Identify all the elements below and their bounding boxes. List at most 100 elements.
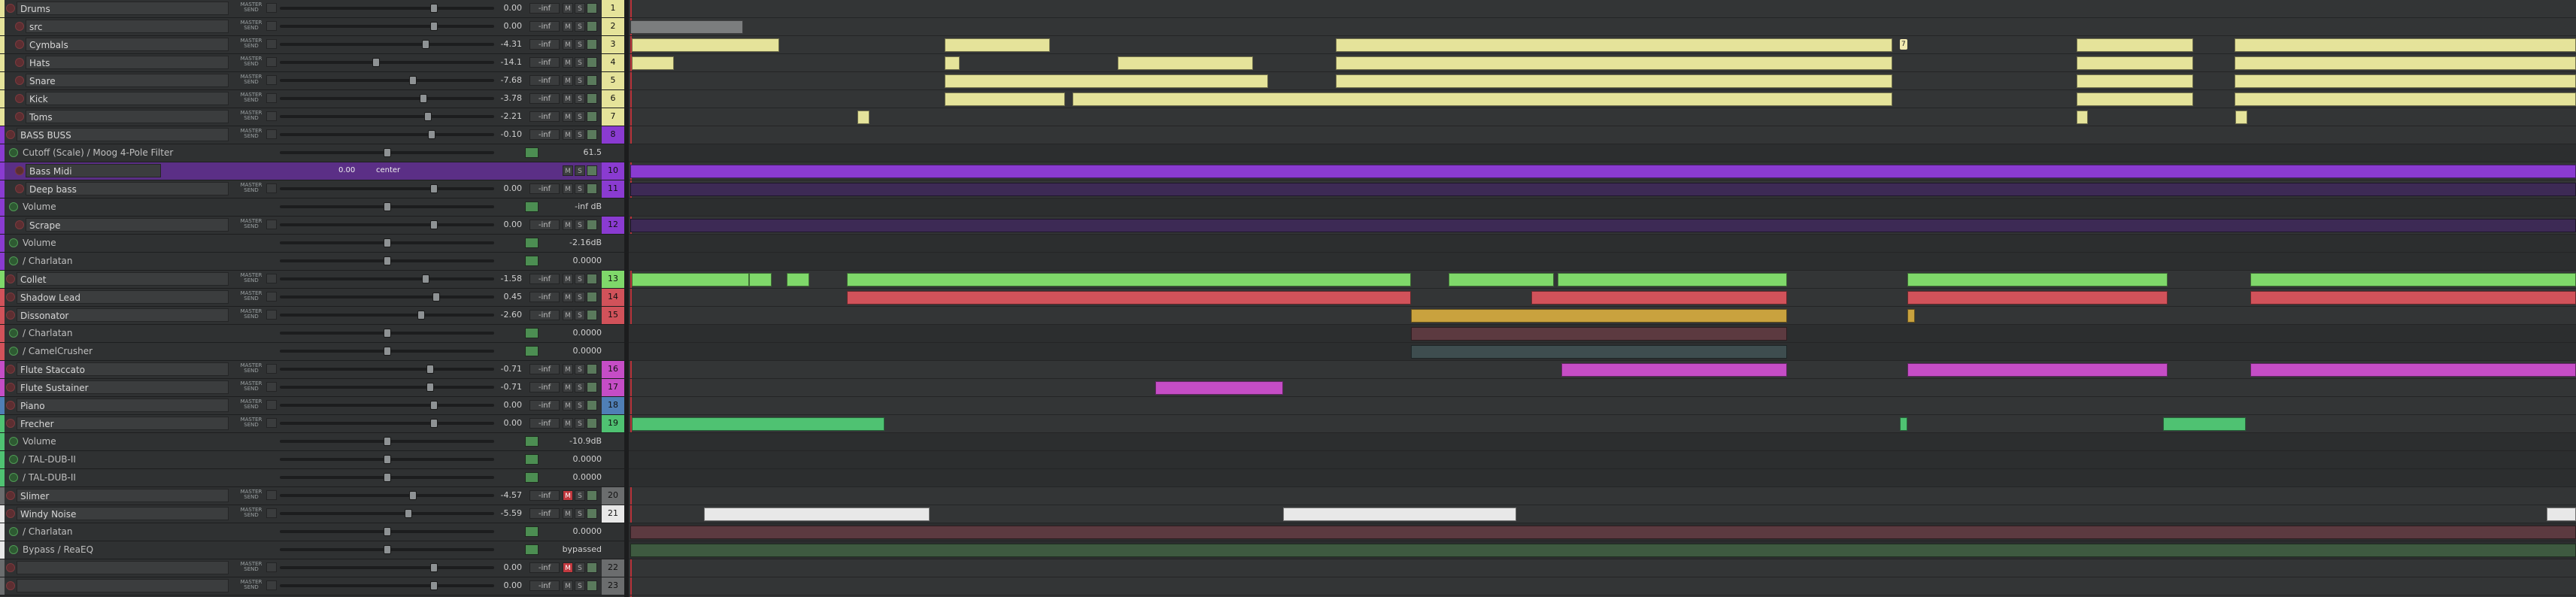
track-row[interactable]: Toms MASTER SEND -2.21 -inf M S 7 <box>0 108 624 126</box>
volume-fader[interactable] <box>280 563 494 572</box>
envelope-fader[interactable] <box>280 347 494 356</box>
track-row[interactable]: Hats MASTER SEND -14.1 -inf M S 4 <box>0 54 624 72</box>
track-lane[interactable] <box>629 0 2576 18</box>
envelope-fader-knob[interactable] <box>383 238 391 247</box>
track-lane[interactable] <box>629 379 2576 397</box>
routing-button[interactable] <box>266 129 277 139</box>
mute-button[interactable]: M <box>563 183 573 194</box>
media-item[interactable] <box>2547 508 2576 521</box>
track-row[interactable]: Cutoff (Scale) / Moog 4-Pole Filter 61.5 <box>0 144 624 162</box>
envelope-fader-knob[interactable] <box>383 202 391 211</box>
volume-fader-knob[interactable] <box>430 419 438 428</box>
track-row[interactable]: Kick MASTER SEND -3.78 -inf M S 6 <box>0 90 624 108</box>
record-arm-icon[interactable] <box>6 491 15 500</box>
track-lane[interactable] <box>629 559 2576 577</box>
track-row[interactable]: Dissonator MASTER SEND -2.60 -inf M S 15 <box>0 307 624 325</box>
media-item[interactable] <box>1411 309 1787 323</box>
track-name[interactable]: src <box>26 20 229 33</box>
media-item[interactable] <box>945 74 1268 88</box>
pan-field[interactable]: -inf <box>529 400 560 411</box>
volume-fader[interactable] <box>280 58 494 67</box>
media-item[interactable] <box>1411 345 1787 359</box>
media-item[interactable] <box>945 92 1065 106</box>
envelope-fader-knob[interactable] <box>383 455 391 464</box>
fx-button[interactable] <box>587 129 597 140</box>
record-arm-icon[interactable] <box>6 581 15 590</box>
arrange-view[interactable]: 12345678910 <box>629 0 2576 597</box>
media-item[interactable] <box>632 417 884 431</box>
media-item[interactable] <box>632 38 779 52</box>
media-item[interactable] <box>1411 327 1787 341</box>
record-arm-icon[interactable] <box>6 419 15 428</box>
routing-button[interactable] <box>266 75 277 85</box>
routing-button[interactable] <box>266 418 277 428</box>
fx-button[interactable] <box>587 3 597 14</box>
record-arm-icon[interactable] <box>15 184 24 193</box>
envelope-fader-knob[interactable] <box>383 329 391 338</box>
volume-fader-knob[interactable] <box>417 311 426 320</box>
fx-button[interactable] <box>587 111 597 122</box>
pan-field[interactable]: -inf <box>529 183 560 194</box>
volume-fader[interactable] <box>280 22 494 31</box>
solo-button[interactable]: S <box>575 580 585 591</box>
media-item[interactable] <box>749 273 772 286</box>
track-name[interactable] <box>17 561 229 574</box>
solo-button[interactable]: S <box>575 3 585 14</box>
volume-fader[interactable] <box>280 383 494 392</box>
solo-button[interactable]: S <box>575 400 585 411</box>
mute-button[interactable]: M <box>563 111 573 122</box>
track-row[interactable]: Snare MASTER SEND -7.68 -inf M S 5 <box>0 72 624 90</box>
record-arm-icon[interactable] <box>15 94 24 103</box>
routing-button[interactable] <box>266 93 277 103</box>
envelope-fader[interactable] <box>280 202 494 211</box>
track-name[interactable]: Kick <box>26 92 229 105</box>
envelope-mode-button[interactable] <box>525 147 539 158</box>
routing-button[interactable] <box>266 39 277 49</box>
track-row[interactable]: Piano MASTER SEND 0.00 -inf M S 18 <box>0 397 624 415</box>
track-row[interactable]: BASS BUSS MASTER SEND -0.10 -inf M S 8 <box>0 126 624 144</box>
media-item[interactable] <box>2077 92 2193 106</box>
fx-button[interactable] <box>587 39 597 50</box>
track-lane[interactable] <box>629 577 2576 595</box>
media-item[interactable] <box>2235 92 2576 106</box>
track-lane[interactable] <box>629 253 2576 271</box>
routing-button[interactable] <box>266 490 277 500</box>
envelope-fader[interactable] <box>280 455 494 464</box>
media-item[interactable] <box>1907 273 2168 286</box>
routing-button[interactable] <box>266 183 277 193</box>
pan-field[interactable]: -inf <box>529 274 560 284</box>
media-item[interactable] <box>1907 291 2168 305</box>
volume-fader-knob[interactable] <box>405 509 412 518</box>
track-row[interactable]: MASTER SEND 0.00 -inf M S 22 <box>0 559 624 577</box>
media-item[interactable] <box>2077 111 2088 124</box>
record-arm-icon[interactable] <box>6 563 15 572</box>
track-name[interactable] <box>17 579 229 592</box>
media-item[interactable] <box>1449 273 1554 286</box>
mute-button[interactable]: M <box>563 21 573 32</box>
mute-button[interactable]: M <box>563 3 573 14</box>
solo-button[interactable]: S <box>575 220 585 230</box>
record-arm-icon[interactable] <box>15 76 24 85</box>
track-row[interactable]: Drums MASTER SEND 0.00 -inf M S 1 <box>0 0 624 18</box>
media-item[interactable] <box>1531 291 1787 305</box>
routing-button[interactable] <box>266 292 277 302</box>
record-arm-icon[interactable] <box>6 311 15 320</box>
track-lane[interactable] <box>629 433 2576 451</box>
envelope-fader[interactable] <box>280 148 494 157</box>
volume-fader-knob[interactable] <box>372 58 381 67</box>
solo-button[interactable]: S <box>575 508 585 519</box>
track-row[interactable]: Volume -2.16dB <box>0 235 624 253</box>
solo-button[interactable]: S <box>575 382 585 392</box>
pan-field[interactable]: -inf <box>529 580 560 591</box>
envelope-fader-knob[interactable] <box>383 437 391 446</box>
routing-button[interactable] <box>266 508 277 518</box>
routing-button[interactable] <box>266 274 277 283</box>
fx-button[interactable] <box>587 292 597 302</box>
routing-button[interactable] <box>266 21 277 31</box>
solo-button[interactable]: S <box>575 39 585 50</box>
volume-fader-knob[interactable] <box>430 22 438 31</box>
envelope-fader-knob[interactable] <box>383 473 391 482</box>
fx-button[interactable] <box>587 580 597 591</box>
track-lane[interactable] <box>629 397 2576 415</box>
track-name[interactable]: Toms <box>26 110 229 123</box>
